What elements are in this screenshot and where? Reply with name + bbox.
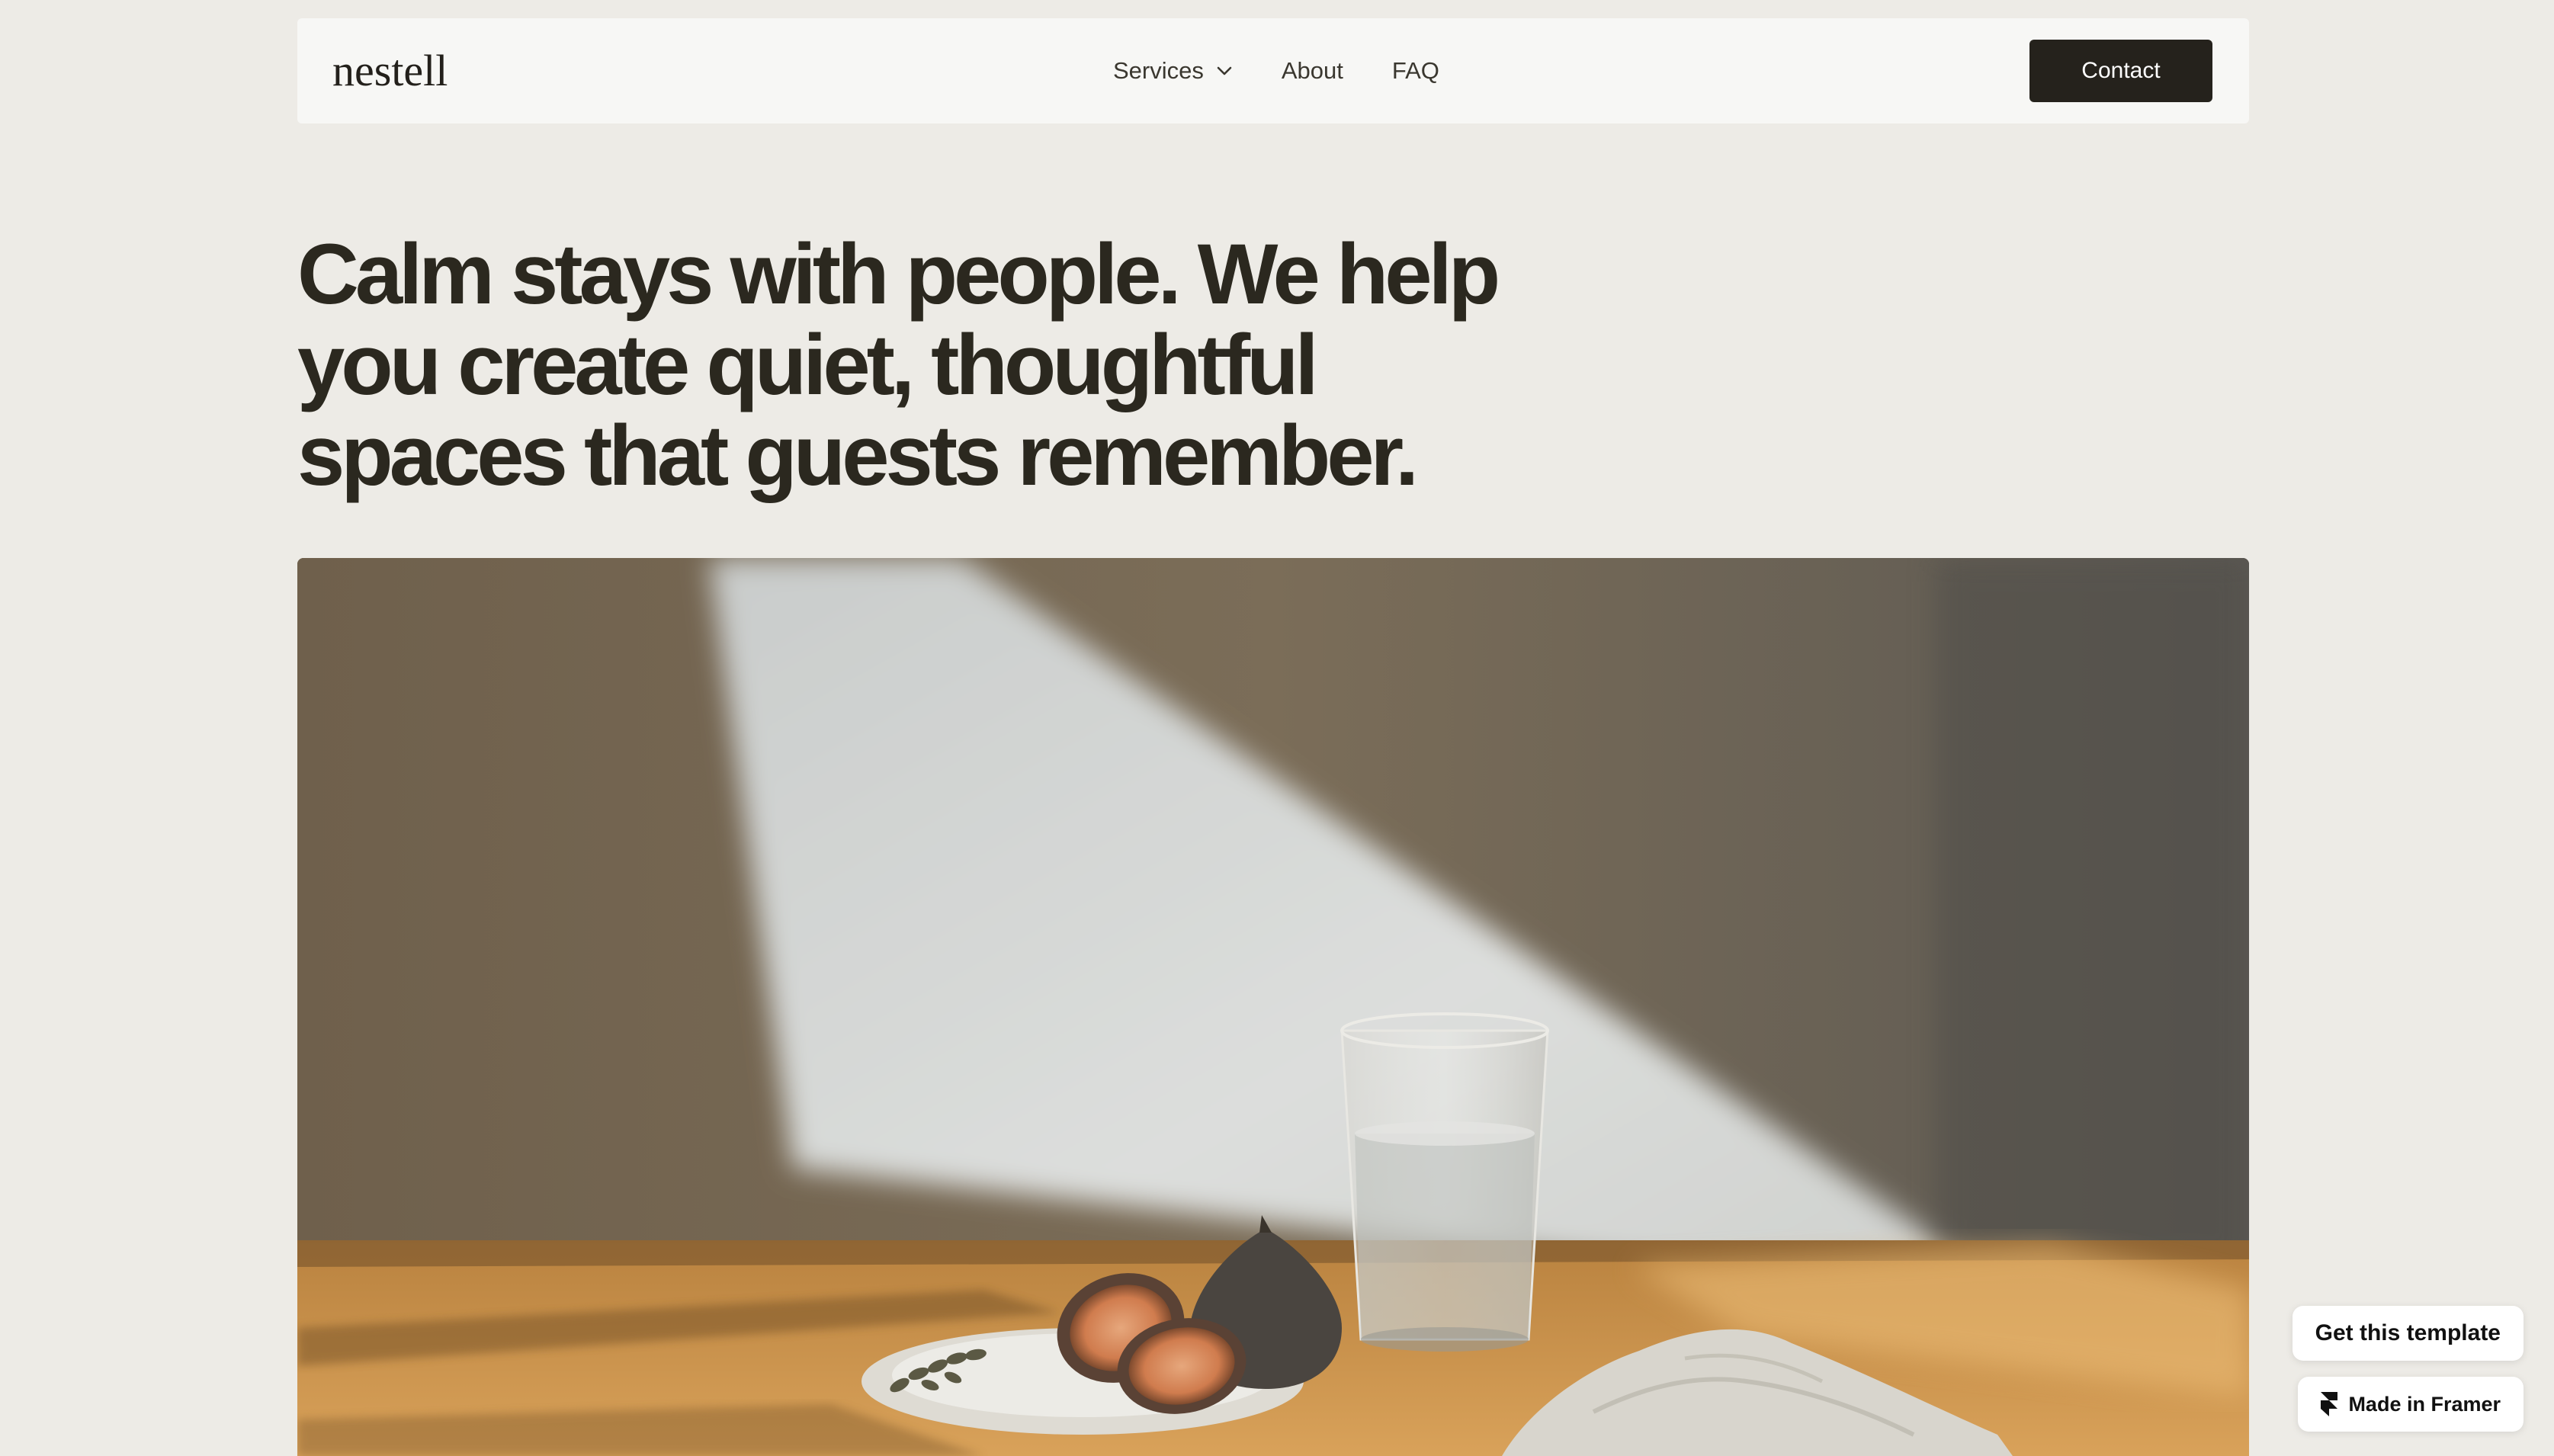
nav-item-label: FAQ <box>1391 57 1439 84</box>
nav-item-about[interactable]: About <box>1282 57 1343 85</box>
chevron-down-icon <box>1216 66 1233 76</box>
hero-headline: Calm stays with people. We help you crea… <box>297 226 1500 503</box>
made-in-framer-badge[interactable]: Made in Framer <box>2298 1377 2524 1432</box>
made-in-framer-label: Made in Framer <box>2348 1392 2501 1416</box>
main-nav: Services About FAQ <box>1113 18 1439 123</box>
contact-button[interactable]: Contact <box>2029 40 2212 102</box>
nav-item-faq[interactable]: FAQ <box>1392 57 1439 85</box>
brand-logo[interactable]: nestell <box>332 18 448 123</box>
framer-logo-icon <box>2321 1392 2338 1416</box>
nav-item-label: Services <box>1113 57 1204 84</box>
nav-item-services[interactable]: Services <box>1113 57 1233 85</box>
nav-item-label: About <box>1281 57 1343 84</box>
hero-image <box>297 558 2249 1456</box>
get-template-button[interactable]: Get this template <box>2292 1306 2524 1361</box>
top-navbar: nestell Services About FAQ Contact <box>297 18 2249 123</box>
